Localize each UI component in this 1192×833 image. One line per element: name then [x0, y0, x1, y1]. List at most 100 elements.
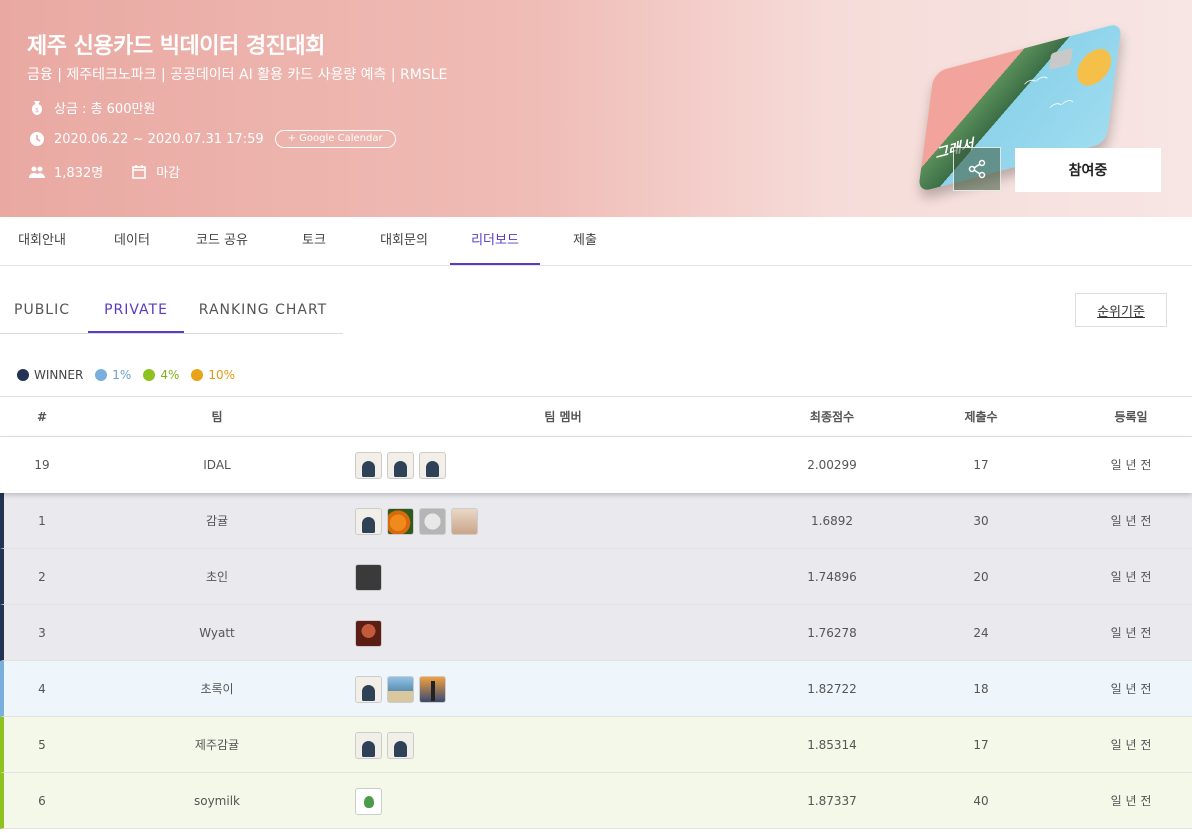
member-avatar[interactable] — [387, 507, 414, 535]
header-team: 팀 — [211, 410, 223, 424]
member-avatar[interactable] — [419, 675, 446, 703]
score-cell: 1.74896 — [807, 570, 857, 584]
score-cell: 1.85314 — [807, 738, 857, 752]
legend-dot — [95, 369, 108, 381]
team-members — [355, 437, 755, 493]
submissions-cell: 24 — [973, 626, 989, 640]
date-cell: 일 년 전 — [1110, 682, 1152, 696]
google-calendar-button[interactable]: + Google Calendar — [274, 130, 396, 148]
date-cell: 일 년 전 — [1110, 514, 1152, 528]
legend-1pct: 1% — [95, 368, 131, 382]
rank-criteria-button[interactable]: 순위기준 — [1075, 293, 1167, 327]
tab-public[interactable]: PUBLIC — [0, 291, 84, 333]
legend-dot — [143, 369, 156, 381]
date-cell: 일 년 전 — [1110, 626, 1152, 640]
table-row[interactable]: 2 초인 1.74896 20 일 년 전 — [0, 549, 1192, 605]
tab-inquiry[interactable]: 대회문의 — [362, 217, 446, 265]
tab-data[interactable]: 데이터 — [90, 217, 174, 265]
competition-subtitle: 금융 | 제주테크노파크 | 공공데이터 AI 활용 카드 사용량 예측 | R… — [27, 67, 448, 83]
legend-label: 10% — [208, 368, 236, 382]
table-header: # 팀 팀 멤버 최종점수 제출수 등록일 — [0, 396, 1192, 437]
calendar-icon — [132, 164, 146, 179]
team-name[interactable]: soymilk — [130, 773, 304, 829]
share-icon — [968, 159, 986, 179]
team-name[interactable]: Wyatt — [130, 605, 304, 661]
legend-dot — [191, 369, 204, 381]
table-row[interactable]: 1 감귤 1.6892 30 일 년 전 — [0, 493, 1192, 549]
member-avatar[interactable] — [387, 451, 414, 479]
leaderboard-table: # 팀 팀 멤버 최종점수 제출수 등록일 19 IDAL 2.00299 17… — [0, 396, 1192, 829]
team-members — [355, 773, 755, 829]
rank-cell: 2 — [38, 570, 46, 584]
header-score: 최종점수 — [809, 410, 855, 424]
legend-label: 1% — [112, 368, 132, 382]
member-avatar[interactable] — [355, 675, 382, 703]
competition-tabs: 대회안내 데이터 코드 공유 토크 대회문의 리더보드 제출 — [0, 217, 1192, 266]
tab-talk[interactable]: 토크 — [272, 217, 356, 265]
header-submissions: 제출수 — [964, 410, 998, 424]
submissions-cell: 20 — [973, 570, 989, 584]
join-status-button[interactable]: 참여중 — [1015, 148, 1161, 192]
card-chip — [1048, 47, 1073, 71]
header-rank: # — [36, 410, 48, 424]
competition-banner: 제주 신용카드 빅데이터 경진대회 금융 | 제주테크노파크 | 공공데이터 A… — [0, 0, 1192, 217]
member-avatar[interactable] — [387, 675, 414, 703]
tab-private[interactable]: PRIVATE — [88, 291, 184, 333]
team-members — [355, 661, 755, 717]
tab-ranking-chart[interactable]: RANKING CHART — [192, 291, 334, 333]
legend-4pct: 4% — [143, 368, 179, 382]
share-button[interactable] — [953, 147, 1001, 191]
team-members — [355, 605, 755, 661]
rank-cell: 6 — [38, 794, 46, 808]
rank-cell: 3 — [38, 626, 46, 640]
team-name[interactable]: 초인 — [130, 549, 304, 605]
prize-info: $ 상금 : 총 600만원 — [29, 98, 155, 117]
tab-submit[interactable]: 제출 — [543, 217, 627, 265]
status-info: 마감 — [131, 162, 180, 181]
member-avatar[interactable] — [387, 731, 414, 759]
card-sun — [1074, 45, 1114, 90]
tier-legend: WINNER 1% 4% 10% — [17, 368, 247, 382]
submissions-cell: 17 — [973, 458, 989, 472]
team-members — [355, 549, 755, 605]
team-name[interactable]: 제주감귤 — [130, 717, 304, 773]
date-cell: 일 년 전 — [1110, 794, 1152, 808]
period-info: 2020.06.22 ~ 2020.07.31 17:59 + Google C… — [29, 130, 396, 148]
score-cell: 1.6892 — [811, 514, 853, 528]
submissions-cell: 40 — [973, 794, 989, 808]
member-avatar[interactable] — [355, 563, 382, 591]
table-row[interactable]: 5 제주감귤 1.85314 17 일 년 전 — [0, 717, 1192, 773]
period-text: 2020.06.22 ~ 2020.07.31 17:59 — [54, 131, 264, 147]
score-cell: 1.82722 — [807, 682, 857, 696]
member-avatar[interactable] — [419, 451, 446, 479]
member-avatar[interactable] — [419, 507, 446, 535]
team-name[interactable]: 감귤 — [130, 493, 304, 549]
team-name[interactable]: 초록이 — [130, 661, 304, 717]
my-team-row[interactable]: 19 IDAL 2.00299 17 일 년 전 — [0, 437, 1192, 493]
table-row[interactable]: 3 Wyatt 1.76278 24 일 년 전 — [0, 605, 1192, 661]
header-members: 팀 멤버 — [544, 410, 582, 424]
team-name[interactable]: IDAL — [130, 437, 304, 493]
table-row[interactable]: 6 soymilk 1.87337 40 일 년 전 — [0, 773, 1192, 829]
rank-cell: 5 — [38, 738, 46, 752]
clock-icon — [30, 132, 44, 146]
bird-icon: ⌒⌒ — [1048, 97, 1074, 119]
legend-label: WINNER — [34, 368, 84, 382]
member-avatar[interactable] — [355, 451, 382, 479]
team-members — [355, 493, 755, 549]
member-avatar[interactable] — [355, 507, 382, 535]
legend-dot — [17, 369, 29, 381]
legend-label: 4% — [160, 368, 180, 382]
member-avatar[interactable] — [355, 787, 382, 815]
tab-overview[interactable]: 대회안내 — [0, 217, 84, 265]
team-members — [355, 717, 755, 773]
member-avatar[interactable] — [355, 731, 382, 759]
bird-icon: ⌒⌒ — [1022, 74, 1049, 96]
table-row[interactable]: 4 초록이 1.82722 18 일 년 전 — [0, 661, 1192, 717]
status-text: 마감 — [156, 166, 181, 181]
tab-code-share[interactable]: 코드 공유 — [180, 217, 264, 265]
tab-leaderboard[interactable]: 리더보드 — [450, 217, 540, 265]
member-avatar[interactable] — [355, 619, 382, 647]
member-avatar[interactable] — [451, 507, 478, 535]
money-bag-icon: $ — [32, 100, 42, 115]
